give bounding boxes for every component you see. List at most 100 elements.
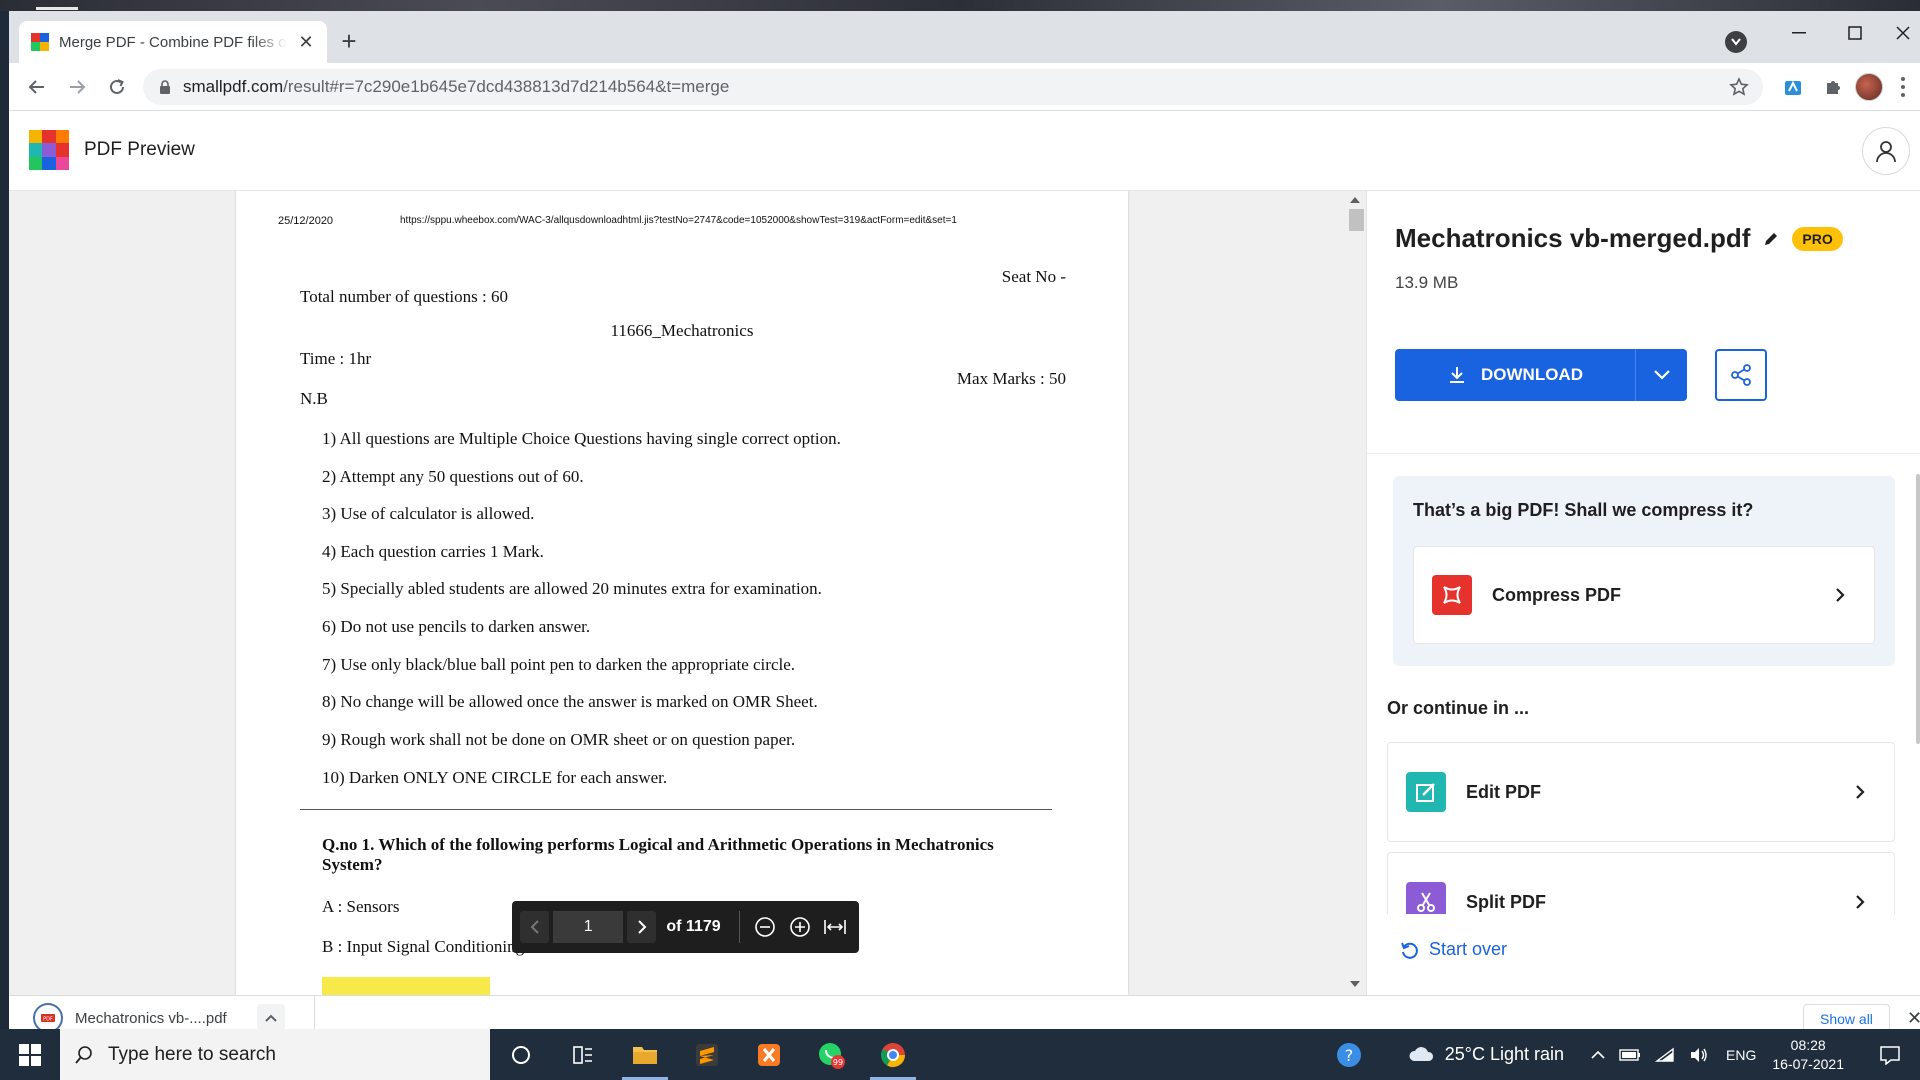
system-tray: ? 25°C Light rain ENG 08:28 16-07-2021 [1328, 1029, 1920, 1080]
windows-start-icon[interactable] [0, 1029, 60, 1080]
clock-time: 08:28 [1790, 1036, 1826, 1053]
whatsapp-icon[interactable]: 99 [800, 1029, 862, 1080]
edit-label: Edit PDF [1466, 781, 1541, 802]
doc-highlight [322, 977, 490, 995]
user-account-button[interactable] [1862, 127, 1910, 175]
fit-width-icon[interactable] [820, 911, 851, 943]
window-close-icon[interactable] [1883, 19, 1920, 47]
desktop-bar [36, 7, 78, 10]
notifications-icon[interactable] [1868, 1045, 1912, 1065]
pager-separator [738, 911, 740, 943]
pdf-page: 25/12/2020 https://sppu.wheebox.com/WAC-… [236, 191, 1128, 995]
page-number-input[interactable] [553, 911, 624, 943]
compress-pdf-option[interactable]: Compress PDF [1413, 546, 1875, 644]
compress-icon [1432, 575, 1472, 615]
panel-scrollbar-thumb[interactable] [1916, 474, 1920, 744]
chevron-right-icon [1848, 890, 1872, 914]
download-button[interactable]: DOWNLOAD [1395, 349, 1635, 401]
search-icon [75, 1045, 92, 1064]
back-arrow-icon[interactable] [23, 73, 51, 101]
maximize-icon[interactable] [1835, 19, 1875, 47]
xampp-icon[interactable] [738, 1029, 800, 1080]
doc-total-questions: Total number of questions : 60 [300, 287, 508, 306]
panel-scrollbar[interactable] [1913, 454, 1920, 914]
viewer-scrollbar[interactable] [1345, 191, 1366, 995]
download-icon [1450, 367, 1464, 383]
volume-icon[interactable] [1689, 1047, 1709, 1063]
doc-instruction: 4) Each question carries 1 Mark. [322, 542, 544, 561]
pro-badge: PRO [1792, 226, 1843, 251]
compress-suggestion-card: That’s a big PDF! Shall we compress it? … [1393, 476, 1895, 666]
forward-arrow-icon[interactable] [63, 73, 91, 101]
file-name-row: Mechatronics vb-merged.pdf PRO [1395, 223, 1843, 254]
taskbar-clock[interactable]: 08:28 16-07-2021 [1772, 1036, 1844, 1074]
share-icon [1731, 364, 1751, 386]
doc-question: Q.no 1. Which of the following performs … [322, 835, 994, 874]
edit-pdf-option[interactable]: Edit PDF [1387, 742, 1895, 842]
reload-icon[interactable] [103, 73, 131, 101]
minimize-icon[interactable] [1779, 19, 1819, 47]
url-host: smallpdf.com [183, 77, 284, 96]
new-tab-button[interactable]: + [337, 28, 361, 54]
battery-icon[interactable] [1619, 1048, 1641, 1061]
cloud-rain-icon [1409, 1046, 1433, 1061]
address-bar[interactable]: smallpdf.com/result#r=7c290e1b645e7dcd43… [143, 69, 1763, 105]
scroll-up-arrow-icon[interactable] [1350, 197, 1360, 203]
download-file-name: Mechatronics vb-....pdf [75, 1009, 227, 1027]
pdf-viewer[interactable]: 25/12/2020 https://sppu.wheebox.com/WAC-… [9, 191, 1366, 995]
bookmark-star-icon[interactable] [1729, 77, 1749, 102]
extension-icon[interactable] [1781, 75, 1805, 99]
close-downloads-icon[interactable]: ✕ [1907, 1008, 1920, 1029]
chevron-up-icon[interactable] [257, 1004, 285, 1032]
profile-avatar[interactable] [1855, 73, 1883, 101]
tab-close-icon[interactable]: ✕ [297, 32, 315, 52]
browser-menu-icon[interactable] [1897, 75, 1909, 99]
language-indicator[interactable]: ENG [1726, 1047, 1756, 1063]
doc-time: Time : 1hr [300, 349, 372, 368]
zoom-in-icon[interactable] [785, 911, 816, 943]
sublime-text-icon[interactable] [676, 1029, 738, 1080]
next-page-button[interactable] [627, 911, 657, 943]
puzzle-extensions-icon[interactable] [1821, 75, 1845, 99]
taskbar-search-box[interactable]: Type here to search [60, 1029, 490, 1080]
file-name: Mechatronics vb-merged.pdf [1395, 223, 1751, 253]
chevron-up-icon[interactable] [1591, 1050, 1605, 1060]
scrollbar-thumb[interactable] [1349, 209, 1364, 231]
tab-search-icon[interactable] [1725, 31, 1747, 53]
rename-pencil-icon[interactable] [1762, 230, 1780, 248]
svg-text:PDF: PDF [43, 1017, 53, 1023]
doc-option-b: B : Input Signal Conditioning [322, 937, 525, 956]
download-options-button[interactable] [1635, 349, 1687, 401]
task-view-icon[interactable] [552, 1029, 614, 1080]
weather-widget[interactable]: 25°C Light rain [1407, 1044, 1564, 1065]
weather-text: 25°C Light rain [1444, 1044, 1565, 1064]
taskbar-search-placeholder: Type here to search [108, 1043, 276, 1065]
share-button[interactable] [1715, 349, 1767, 401]
split-label: Split PDF [1466, 891, 1546, 912]
page-navigator: of 1179 [512, 901, 859, 953]
lock-icon[interactable] [159, 80, 171, 94]
cortana-icon[interactable] [490, 1029, 552, 1080]
previous-page-button[interactable] [520, 911, 550, 943]
url-path: /result#r=7c290e1b645e7dcd438813d7d214b5… [283, 77, 730, 96]
help-icon[interactable]: ? [1335, 1041, 1363, 1069]
compress-question: That’s a big PDF! Shall we compress it? [1413, 500, 1754, 520]
chevron-down-icon [1653, 370, 1670, 380]
tool-suggestions: That’s a big PDF! Shall we compress it? … [1367, 454, 1920, 914]
whatsapp-badge-count: 99 [833, 1058, 843, 1067]
split-pdf-option[interactable]: Split PDF [1387, 852, 1895, 914]
wifi-icon[interactable] [1655, 1047, 1675, 1063]
doc-instruction: 5) Specially abled students are allowed … [322, 579, 822, 598]
tab-strip: Merge PDF - Combine PDF files online ✕ + [9, 11, 1920, 63]
chrome-taskbar-icon[interactable] [862, 1029, 924, 1080]
smallpdf-logo-icon[interactable] [29, 130, 69, 170]
scroll-down-arrow-icon[interactable] [1350, 981, 1360, 987]
browser-tab[interactable]: Merge PDF - Combine PDF files online ✕ [19, 21, 327, 63]
file-explorer-icon[interactable] [614, 1029, 676, 1080]
doc-header-url: https://sppu.wheebox.com/WAC-3/allqusdow… [400, 215, 957, 226]
start-over-label: Start over [1429, 939, 1508, 959]
doc-instruction: 2) Attempt any 50 questions out of 60. [322, 467, 584, 486]
url-text: smallpdf.com/result#r=7c290e1b645e7dcd43… [183, 77, 729, 97]
zoom-out-icon[interactable] [750, 911, 781, 943]
start-over-link[interactable]: Start over [1399, 939, 1507, 960]
